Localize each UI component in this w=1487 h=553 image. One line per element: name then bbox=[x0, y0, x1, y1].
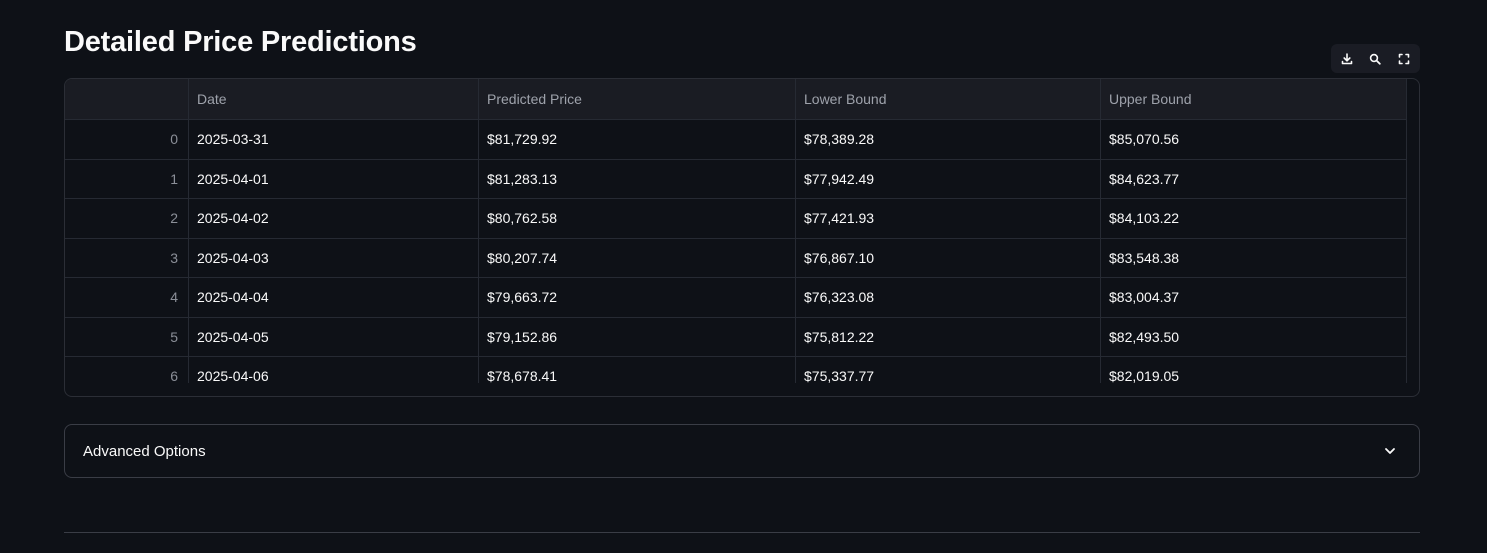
row-index: 1 bbox=[65, 159, 189, 198]
page: Detailed Price Predictions Date Predicte… bbox=[0, 0, 1487, 553]
divider bbox=[64, 532, 1420, 533]
cell-upper-bound[interactable]: $82,493.50 bbox=[1101, 317, 1407, 356]
cell-lower-bound[interactable]: $76,323.08 bbox=[796, 278, 1101, 317]
cell-lower-bound[interactable]: $77,942.49 bbox=[796, 159, 1101, 198]
cell-date[interactable]: 2025-04-02 bbox=[189, 199, 479, 238]
fullscreen-icon bbox=[1398, 53, 1410, 64]
table-row: 2 2025-04-02 $80,762.58 $77,421.93 $84,1… bbox=[65, 199, 1407, 239]
header-date[interactable]: Date bbox=[189, 79, 479, 119]
cell-predicted-price[interactable]: $81,283.13 bbox=[479, 159, 796, 198]
cell-predicted-price[interactable]: $80,207.74 bbox=[479, 238, 796, 277]
row-index: 4 bbox=[65, 278, 189, 317]
table-row: 5 2025-04-05 $79,152.86 $75,812.22 $82,4… bbox=[65, 317, 1407, 357]
search-icon bbox=[1370, 53, 1382, 65]
expander-label: Advanced Options bbox=[83, 442, 206, 460]
cell-lower-bound[interactable]: $78,389.28 bbox=[796, 120, 1101, 159]
row-index: 2 bbox=[65, 199, 189, 238]
page-title: Detailed Price Predictions bbox=[64, 26, 417, 58]
advanced-options-expander[interactable]: Advanced Options bbox=[64, 424, 1420, 478]
table-toolbar bbox=[1331, 44, 1420, 73]
header-index[interactable] bbox=[65, 79, 189, 119]
header-lower-bound[interactable]: Lower Bound bbox=[796, 79, 1101, 119]
row-index: 5 bbox=[65, 317, 189, 356]
cell-predicted-price[interactable]: $80,762.58 bbox=[479, 199, 796, 238]
cell-upper-bound[interactable]: $82,019.05 bbox=[1101, 357, 1407, 383]
prediction-table[interactable]: Date Predicted Price Lower Bound Upper B… bbox=[64, 78, 1420, 397]
table-row: 6 2025-04-06 $78,678.41 $75,337.77 $82,0… bbox=[65, 357, 1407, 383]
cell-predicted-price[interactable]: $79,663.72 bbox=[479, 278, 796, 317]
cell-upper-bound[interactable]: $84,623.77 bbox=[1101, 159, 1407, 198]
row-index: 6 bbox=[65, 357, 189, 383]
cell-date[interactable]: 2025-04-04 bbox=[189, 278, 479, 317]
fullscreen-button[interactable] bbox=[1392, 47, 1416, 71]
cell-predicted-price[interactable]: $81,729.92 bbox=[479, 120, 796, 159]
chevron-down-icon bbox=[1385, 448, 1395, 454]
cell-date[interactable]: 2025-04-05 bbox=[189, 317, 479, 356]
cell-lower-bound[interactable]: $75,337.77 bbox=[796, 357, 1101, 383]
row-index: 0 bbox=[65, 120, 189, 159]
cell-lower-bound[interactable]: $76,867.10 bbox=[796, 238, 1101, 277]
cell-lower-bound[interactable]: $77,421.93 bbox=[796, 199, 1101, 238]
table-grid: Date Predicted Price Lower Bound Upper B… bbox=[65, 79, 1407, 383]
cell-upper-bound[interactable]: $83,004.37 bbox=[1101, 278, 1407, 317]
cell-lower-bound[interactable]: $75,812.22 bbox=[796, 317, 1101, 356]
table-row: 3 2025-04-03 $80,207.74 $76,867.10 $83,5… bbox=[65, 238, 1407, 278]
cell-upper-bound[interactable]: $85,070.56 bbox=[1101, 120, 1407, 159]
cell-date[interactable]: 2025-04-06 bbox=[189, 357, 479, 383]
cell-date[interactable]: 2025-03-31 bbox=[189, 120, 479, 159]
table-row: 4 2025-04-04 $79,663.72 $76,323.08 $83,0… bbox=[65, 278, 1407, 318]
cell-date[interactable]: 2025-04-03 bbox=[189, 238, 479, 277]
table-row: 0 2025-03-31 $81,729.92 $78,389.28 $85,0… bbox=[65, 120, 1407, 160]
download-icon bbox=[1341, 52, 1353, 64]
table-row: 1 2025-04-01 $81,283.13 $77,942.49 $84,6… bbox=[65, 159, 1407, 199]
search-button[interactable] bbox=[1363, 47, 1387, 71]
table-header-row: Date Predicted Price Lower Bound Upper B… bbox=[65, 79, 1407, 120]
cell-upper-bound[interactable]: $83,548.38 bbox=[1101, 238, 1407, 277]
cell-predicted-price[interactable]: $78,678.41 bbox=[479, 357, 796, 383]
header-predicted-price[interactable]: Predicted Price bbox=[479, 79, 796, 119]
download-button[interactable] bbox=[1335, 47, 1359, 71]
cell-upper-bound[interactable]: $84,103.22 bbox=[1101, 199, 1407, 238]
header-upper-bound[interactable]: Upper Bound bbox=[1101, 79, 1407, 119]
row-index: 3 bbox=[65, 238, 189, 277]
cell-predicted-price[interactable]: $79,152.86 bbox=[479, 317, 796, 356]
cell-date[interactable]: 2025-04-01 bbox=[189, 159, 479, 198]
